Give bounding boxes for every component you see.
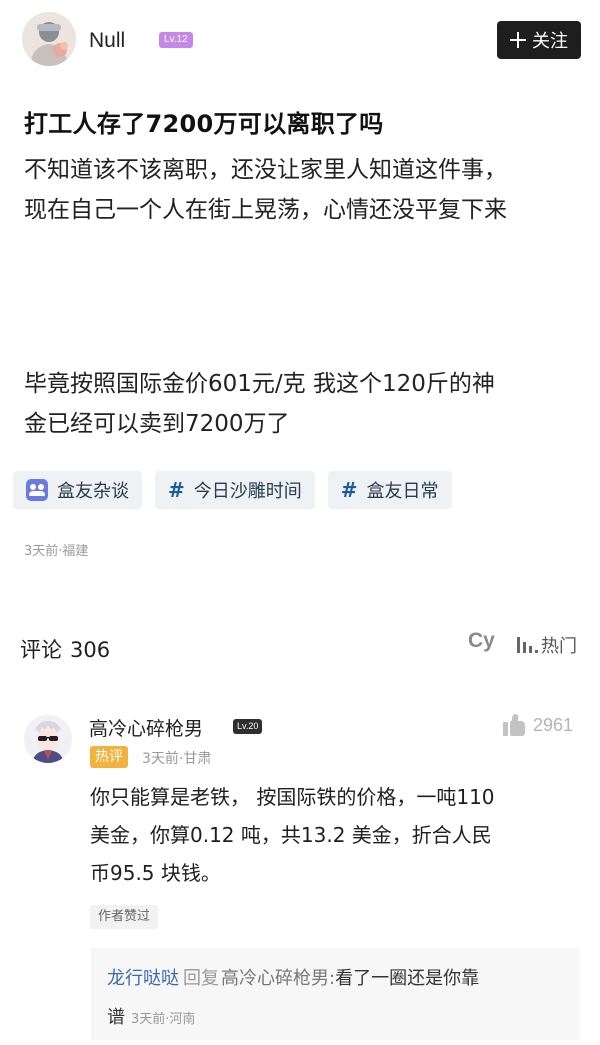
tag-label: 今日沙雕时间 [193, 481, 302, 502]
post-line: 毕竟按照国际金价601元/克 我这个120斤的神 [24, 371, 495, 397]
author-username[interactable]: Null [89, 29, 125, 53]
sort-label: 热门 [541, 636, 577, 657]
like-count: 2961 [533, 714, 574, 735]
post-meta: 3天前·福建 [24, 544, 89, 559]
reply-target[interactable]: 高冷心碎枪男: [221, 968, 335, 989]
reply-word: 回复 [183, 968, 219, 989]
reply-preview[interactable]: 龙行哒哒 回复 高冷心碎枪男:看了一圈还是你靠 谱 3天前·河南 [91, 948, 580, 1040]
commenter-username[interactable]: 高冷心碎枪男 [89, 714, 203, 741]
reply-text: 看了一圈还是你靠 [335, 968, 480, 989]
follow-button[interactable]: 关注 [497, 21, 581, 59]
post-paragraph-1: 不知道该不该离职，还没让家里人知道这件事， 现在自己一个人在街上晃荡，心情还没平… [24, 150, 507, 230]
sort-hot-button[interactable]: 热门 [515, 632, 577, 658]
author-liked-badge: 作者赞过 [90, 905, 159, 929]
comment-body: 你只能算是老铁， 按国际铁的价格，一吨110 美金，你算0.12 吨，共13.2… [90, 778, 590, 892]
tag-label: 盒友杂谈 [57, 481, 129, 502]
commenter-avatar[interactable] [24, 715, 72, 763]
reply-meta: 3天前·河南 [131, 1012, 196, 1027]
hash-icon: # [340, 478, 358, 502]
comment-line: 币95.5 块钱。 [90, 861, 221, 885]
section-divider [0, 590, 600, 602]
post-title: 打工人存了7200万可以离职了吗 [24, 110, 384, 138]
tag-topic-daily[interactable]: # 盒友日常 [327, 471, 452, 509]
comments-count: 306 [70, 638, 111, 662]
post-tags: 盒友杂谈 # 今日沙雕时间 # 盒友日常 [13, 471, 452, 509]
post-line: 现在自己一个人在街上晃荡，心情还没平复下来 [24, 197, 507, 223]
thumbs-up-icon [503, 713, 525, 736]
comments-title: 评论 306 [20, 634, 110, 664]
sort-icon [515, 635, 538, 655]
group-icon [26, 479, 48, 501]
hash-icon: # [168, 478, 185, 502]
tag-label: 盒友日常 [366, 481, 439, 502]
plus-icon [510, 32, 526, 48]
hot-comment-badge: 热评 [90, 746, 128, 768]
comment-line: 你只能算是老铁， 按国际铁的价格，一吨110 [90, 785, 495, 809]
post-detail-page: Null Lv.12 关注 打工人存了7200万可以离职了吗 不知道该不该离职，… [0, 0, 600, 1045]
tag-topic-funny[interactable]: # 今日沙雕时间 [155, 471, 315, 509]
post-paragraph-2: 毕竟按照国际金价601元/克 我这个120斤的神 金已经可以卖到7200万了 [24, 364, 495, 444]
reply-username[interactable]: 龙行哒哒 [107, 968, 179, 989]
like-button[interactable]: 2961 [503, 713, 574, 736]
comment-meta: 3天前·甘肃 [142, 751, 212, 767]
follow-button-label: 关注 [532, 31, 568, 52]
comments-label: 评论 [20, 638, 62, 662]
post-line: 不知道该不该离职，还没让家里人知道这件事， [24, 157, 507, 183]
tag-group-chat[interactable]: 盒友杂谈 [13, 471, 142, 509]
author-avatar[interactable] [22, 12, 76, 66]
comment-line: 美金，你算0.12 吨，共13.2 美金，折合人民 [90, 823, 492, 847]
author-level-badge: Lv.12 [159, 32, 193, 48]
post-line: 金已经可以卖到7200万了 [24, 411, 290, 437]
commenter-level-badge: Lv.20 [233, 719, 263, 734]
reply-line: 龙行哒哒 回复 高冷心碎枪男:看了一圈还是你靠 [107, 964, 479, 990]
reply-text-continued: 谱 [107, 1007, 125, 1028]
reply-line: 谱 3天前·河南 [107, 1003, 195, 1029]
post-header: Null Lv.12 关注 [0, 0, 600, 84]
cy-icon[interactable]: Cy [468, 629, 495, 653]
